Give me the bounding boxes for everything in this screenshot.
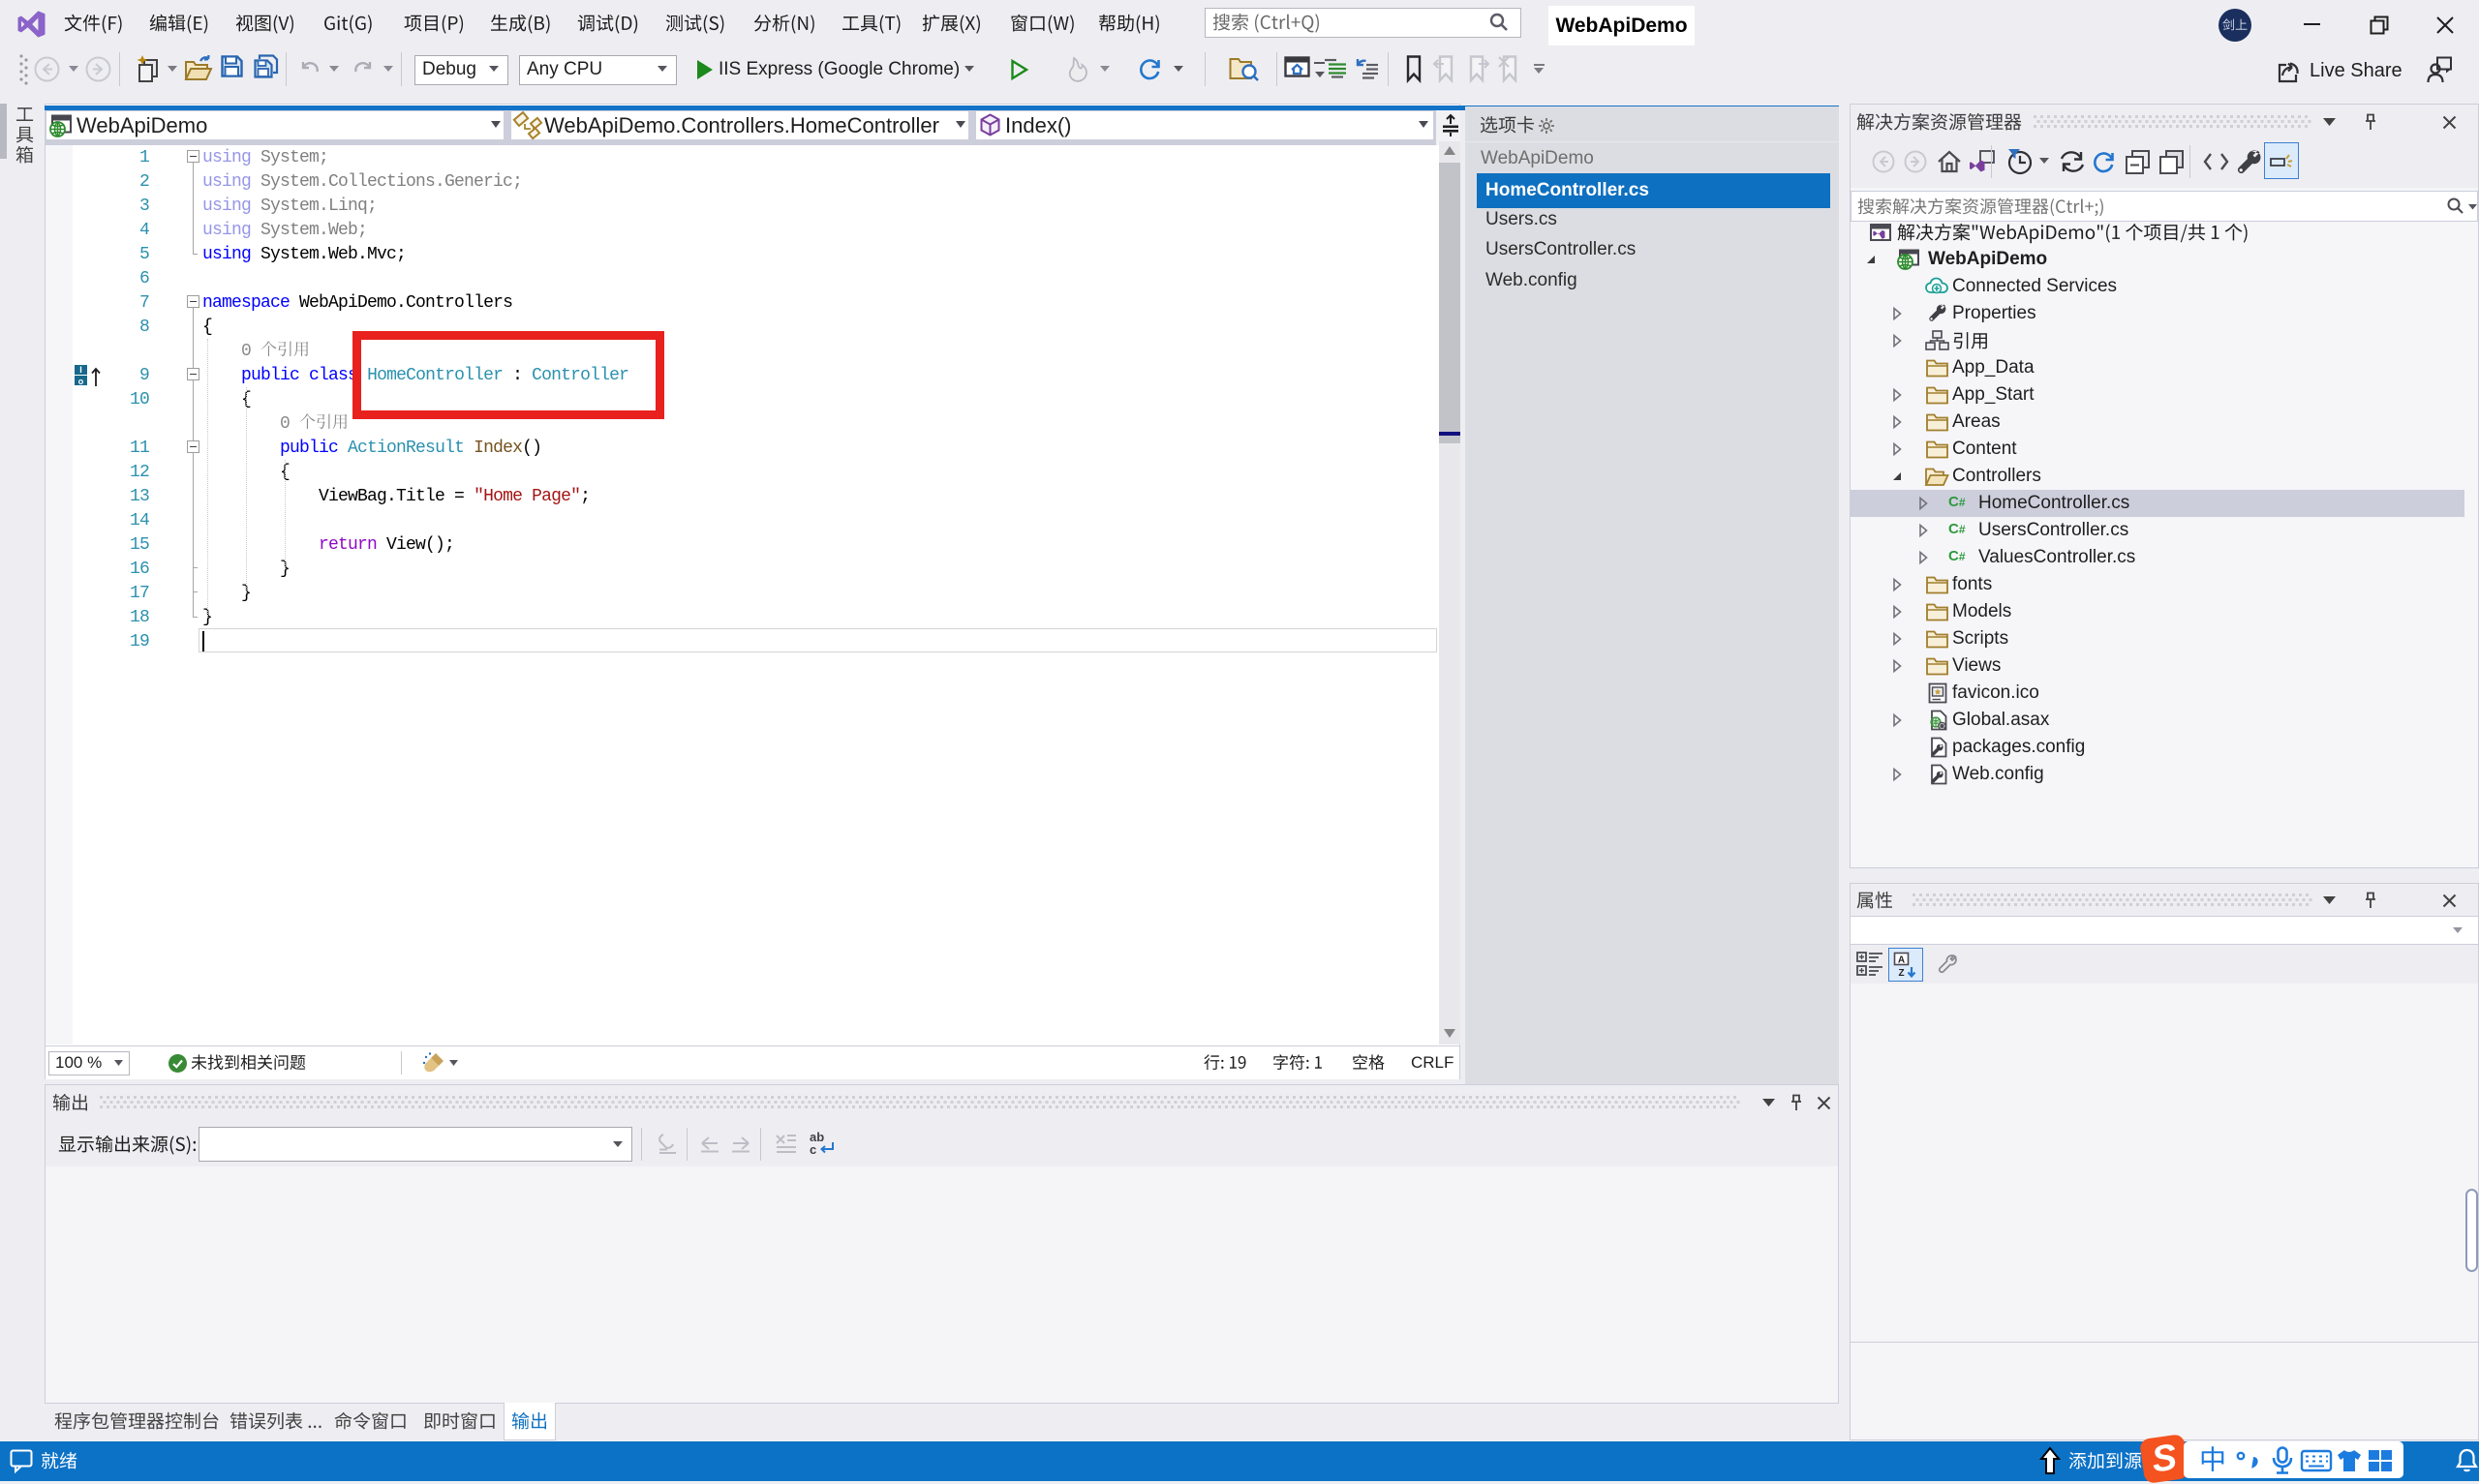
svg-text:o: o (78, 377, 84, 386)
svg-text:A: A (1898, 955, 1905, 966)
svg-text:Z: Z (1899, 968, 1905, 979)
svg-text:c: c (810, 1142, 816, 1157)
svg-text:I: I (79, 365, 82, 375)
